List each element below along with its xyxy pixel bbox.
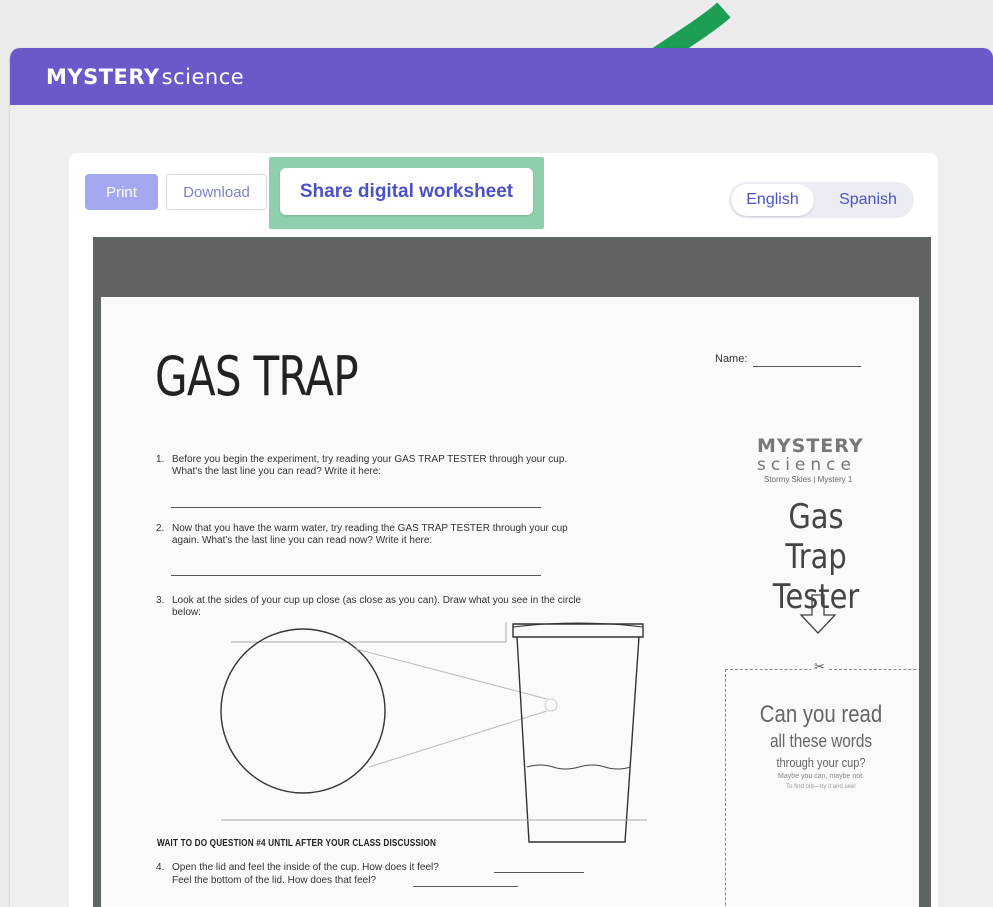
document-viewer[interactable]: GAS TRAP Name: 1. Before you begin the e…: [93, 237, 931, 907]
side-title-line1: Gas Trap: [785, 497, 847, 577]
app-window: MYSTERY science Print Download Share dig…: [10, 48, 993, 907]
tester-line-1: Can you read: [759, 701, 883, 728]
side-logo-mystery: MYSTERY: [757, 435, 864, 457]
share-digital-worksheet-button[interactable]: Share digital worksheet: [280, 168, 533, 215]
tester-line-5: To find out—try it and see!: [786, 784, 856, 790]
question-text: Open the lid and feel the inside of the …: [172, 862, 439, 873]
language-english[interactable]: English: [731, 184, 814, 216]
language-spanish[interactable]: Spanish: [828, 184, 908, 216]
language-toggle: English Spanish: [729, 182, 914, 218]
question-number: 4.: [156, 862, 165, 873]
wait-note: WAIT TO DO QUESTION #4 UNTIL AFTER YOUR …: [157, 838, 437, 849]
logo-mystery[interactable]: MYSTERY: [46, 65, 160, 89]
tester-line-2: all these words: [769, 731, 873, 751]
side-subtitle: Stormy Skies | Mystery 1: [764, 475, 853, 484]
worksheet-page: GAS TRAP Name: 1. Before you begin the e…: [101, 297, 919, 907]
scissors-icon: ✂: [811, 659, 828, 675]
header-bar: MYSTERY science: [10, 48, 993, 105]
tester-line-4: Maybe you can, maybe not.: [778, 773, 864, 780]
worksheet-card: Print Download Share digital worksheet E…: [69, 153, 938, 907]
answer-line-4a: [494, 872, 584, 873]
download-button[interactable]: Download: [166, 174, 267, 210]
side-logo-science: science: [757, 455, 856, 475]
answer-line-4b: [413, 886, 518, 887]
drawing-circle: [220, 628, 386, 794]
side-title-line2: Tester: [772, 577, 860, 617]
print-button[interactable]: Print: [85, 174, 158, 210]
question-4-followup: Feel the bottom of the lid. How does tha…: [172, 875, 376, 887]
question-followup-text: Feel the bottom of the lid. How does tha…: [172, 875, 377, 886]
logo-science[interactable]: science: [162, 65, 245, 89]
side-title: Gas Trap Tester: [761, 497, 872, 617]
tester-line-3: through your cup?: [776, 755, 866, 770]
